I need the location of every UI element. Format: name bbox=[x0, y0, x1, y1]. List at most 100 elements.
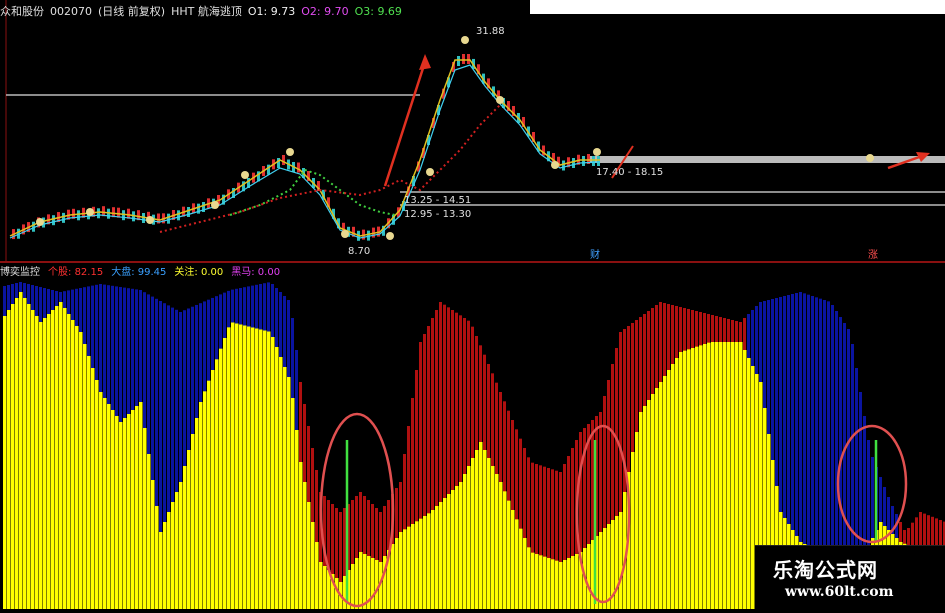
signal-icon bbox=[461, 36, 469, 44]
indicator-bar-inner bbox=[727, 342, 731, 609]
candle bbox=[597, 156, 600, 166]
indicator-bar-inner bbox=[527, 547, 531, 609]
indicator-bar-inner bbox=[575, 554, 579, 609]
price-panel[interactable]: 31.88 8.70 17.40 - 18.15 13.25 - 14.51 1… bbox=[0, 0, 945, 262]
indicator-bar-inner bbox=[127, 414, 131, 609]
ref-band bbox=[590, 156, 945, 163]
indicator-bar-inner bbox=[183, 466, 187, 609]
candle bbox=[52, 215, 55, 226]
indicator-bar-inner bbox=[319, 562, 323, 609]
indicator-bar-inner bbox=[3, 316, 7, 609]
indicator-bar-inner bbox=[655, 388, 659, 609]
indicator-bar-inner bbox=[47, 314, 51, 609]
indicator-bar-inner bbox=[207, 380, 211, 609]
indicator-bar-inner bbox=[407, 526, 411, 609]
chart-window: 31.88 8.70 17.40 - 18.15 13.25 - 14.51 1… bbox=[0, 0, 945, 609]
indicator-bar-inner bbox=[251, 327, 255, 609]
up-arrow-head bbox=[419, 54, 431, 70]
indicator-bar-inner bbox=[483, 450, 487, 609]
indicator-bar-inner bbox=[115, 416, 119, 609]
range-label-2: 13.25 - 14.51 bbox=[404, 195, 471, 206]
marker-label-2: 涨 bbox=[868, 249, 878, 261]
indicator-bar-inner bbox=[439, 502, 443, 609]
signal-icon bbox=[496, 96, 504, 104]
indicator-bar-inner bbox=[515, 519, 519, 609]
signal-icon bbox=[866, 154, 874, 162]
indicator-bar-inner bbox=[399, 532, 403, 609]
indicator-bar-inner bbox=[195, 418, 199, 609]
indicator-bar-inner bbox=[395, 538, 399, 609]
price-chart: 31.88 8.70 17.40 - 18.15 13.25 - 14.51 1… bbox=[5, 0, 945, 262]
indicator-bar-inner bbox=[715, 342, 719, 609]
indicator-bar-inner bbox=[559, 562, 563, 609]
indicator-name: HHT 航海逃顶 bbox=[171, 5, 242, 18]
indicator-bar-inner bbox=[747, 358, 751, 609]
indicator-bar-inner bbox=[599, 532, 603, 609]
indicator-bar-inner bbox=[711, 342, 715, 609]
candle bbox=[77, 210, 80, 221]
indicator-bar-inner bbox=[475, 450, 479, 609]
indicator-bar-inner bbox=[615, 516, 619, 609]
indicator-bar-inner bbox=[635, 432, 639, 609]
indicator-bar-inner bbox=[263, 330, 267, 609]
candle bbox=[462, 54, 465, 64]
indicator-bar-inner bbox=[479, 442, 483, 609]
indicator-bar-inner bbox=[487, 458, 491, 609]
indicator-bar-inner bbox=[415, 521, 419, 609]
indicator-bar-inner bbox=[203, 391, 207, 609]
indicator-bar-inner bbox=[435, 506, 439, 609]
indicator-bar-inner bbox=[307, 502, 311, 609]
indicator-bar-inner bbox=[743, 350, 747, 609]
indicator-bar-inner bbox=[671, 364, 675, 609]
indicator-bar-inner bbox=[463, 474, 467, 609]
indicator-bar-inner bbox=[359, 552, 363, 609]
candle bbox=[62, 212, 65, 223]
indicator-bar-inner bbox=[363, 554, 367, 609]
indicator-bar-inner bbox=[171, 502, 175, 609]
indicator-bar-inner bbox=[567, 558, 571, 609]
signal-icon bbox=[426, 168, 434, 176]
indicator-bar-inner bbox=[535, 554, 539, 609]
indicator-bar-inner bbox=[211, 370, 215, 609]
indicator-bar-inner bbox=[27, 304, 31, 609]
indicator-bar-inner bbox=[299, 462, 303, 609]
indicator-bar-inner bbox=[707, 342, 711, 609]
watermark-url: www.60lt.com bbox=[785, 584, 894, 600]
watermark-site: 乐淘公式网 bbox=[773, 558, 878, 582]
indicator-bar-inner bbox=[687, 349, 691, 609]
indicator-bar-inner bbox=[31, 310, 35, 609]
indicator-bar-inner bbox=[459, 482, 463, 609]
signal-icon bbox=[386, 232, 394, 240]
indicator-bar-inner bbox=[315, 542, 319, 609]
indicator-bar-inner bbox=[95, 380, 99, 609]
indicator-bar-inner bbox=[467, 466, 471, 609]
indicator-bar-inner bbox=[551, 559, 555, 609]
title-bar: 众和股份 002070 (日线 前复权) HHT 航海逃顶 O1: 9.73 O… bbox=[0, 2, 402, 20]
signal-icon bbox=[286, 148, 294, 156]
indicator-bar-inner bbox=[175, 492, 179, 609]
indicator-bar-inner bbox=[275, 347, 279, 609]
indicator-bar-inner bbox=[663, 376, 667, 609]
chart-mode: (日线 前复权) bbox=[98, 5, 166, 18]
indicator-bar-inner bbox=[167, 512, 171, 609]
indicator-bar-inner bbox=[75, 326, 79, 609]
indicator-bar-inner bbox=[563, 560, 567, 609]
indicator-bar-inner bbox=[455, 486, 459, 609]
indicator-bar-inner bbox=[139, 402, 143, 609]
indicator-bar-inner bbox=[143, 428, 147, 609]
indicator-bar-inner bbox=[227, 327, 231, 609]
indicator-bar-inner bbox=[375, 560, 379, 609]
indicator-bar-inner bbox=[163, 522, 167, 609]
indicator-bar-inner bbox=[179, 482, 183, 609]
indicator-bar-inner bbox=[223, 338, 227, 609]
indicator-bar-inner bbox=[735, 342, 739, 609]
indicator-bar-inner bbox=[695, 346, 699, 609]
indicator-bar-inner bbox=[255, 328, 259, 609]
range-label-1: 17.40 - 18.15 bbox=[596, 167, 663, 178]
indicator-bar-inner bbox=[507, 500, 511, 609]
indicator-bar-inner bbox=[371, 558, 375, 609]
indicator-bar-inner bbox=[55, 306, 59, 609]
indicator-bar-inner bbox=[639, 412, 643, 609]
candle bbox=[467, 54, 470, 64]
indicator-bar-inner bbox=[751, 366, 755, 609]
